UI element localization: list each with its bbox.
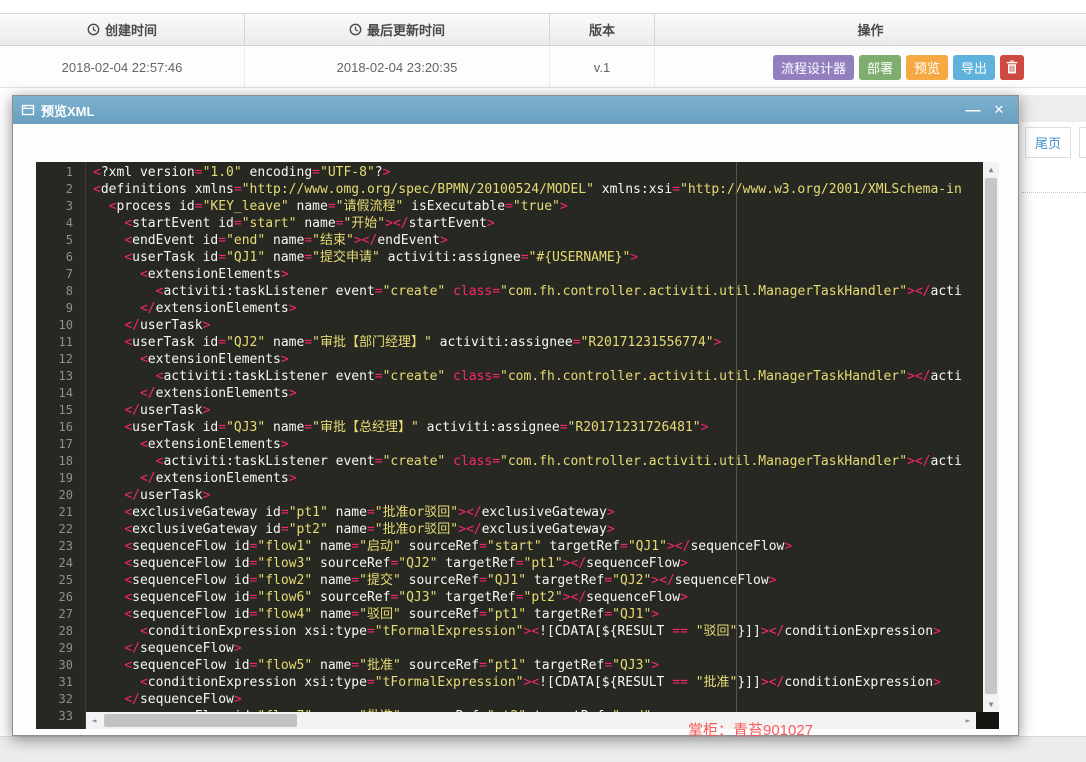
modal-titlebar: 预览XML — ✕ [13,96,1018,124]
window-icon [21,104,35,116]
footer-band [0,736,1086,762]
cell-created-time: 2018-02-04 22:57:46 [0,47,245,87]
scroll-left-icon[interactable]: ◄ [86,713,102,728]
delete-button[interactable] [1000,54,1024,80]
column-header-label: 版本 [588,23,615,38]
cell-version: v.1 [550,47,655,87]
footer-owner-text: 掌柜：青苔901027 [688,722,814,739]
preview-button[interactable]: 预览 [905,54,948,80]
preview-xml-modal: 预览XML — ✕ 1 2 3 4 5 6 7 8 9 10 11 12 13 14 15 16 17 18 19 2… [12,95,1019,736]
cell-updated-time: 2018-02-04 23:20:35 [245,47,550,87]
table-header: 创建时间 最后更新时间 版本 操作 [0,13,1086,46]
minimize-icon[interactable]: — [962,96,984,124]
column-header-label: 创建时间 [104,23,157,38]
modal-body: 1 2 3 4 5 6 7 8 9 10 11 12 13 14 15 16 17 18 19 20 21 22 23 24 2… [13,124,1018,735]
clock-icon [349,23,362,36]
divider-dotted [1022,192,1086,193]
trash-icon [1006,60,1018,74]
column-header-label: 最后更新时间 [366,23,445,38]
cell-actions: 流程设计器 部署 预览 导出 [655,47,1086,87]
close-icon[interactable]: ✕ [988,96,1010,124]
column-header-created: 创建时间 [0,14,245,45]
code-content[interactable]: <?xml version="1.0" encoding="UTF-8"?> <d… [87,162,983,712]
table-row: 2018-02-04 22:57:46 2018-02-04 23:20:35 … [0,47,1086,88]
pagination-next-control-partial[interactable] [1079,127,1086,158]
page: 创建时间 最后更新时间 版本 操作 2018-02-04 22:57:46 20… [0,0,1086,762]
column-header-label: 操作 [857,23,884,38]
modal-title: 预览XML [41,103,95,119]
process-designer-button[interactable]: 流程设计器 [772,54,854,80]
column-header-version: 版本 [550,14,655,45]
line-number-gutter: 1 2 3 4 5 6 7 8 9 10 11 12 13 14 15 16 17 18 19 20 21 22 23 24 2… [36,162,86,729]
horizontal-scroll-thumb[interactable] [104,714,297,727]
column-header-updated: 最后更新时间 [245,14,550,45]
scroll-right-icon[interactable]: ► [960,713,976,728]
scroll-down-icon[interactable]: ▼ [983,697,999,712]
deploy-button[interactable]: 部署 [858,54,901,80]
page-background-strip [1020,95,1086,122]
pagination-last-page[interactable]: 尾页 [1025,127,1071,158]
scroll-up-icon[interactable]: ▲ [983,162,999,177]
horizontal-scrollbar[interactable]: ◄ ► [86,712,976,729]
xml-code-editor[interactable]: 1 2 3 4 5 6 7 8 9 10 11 12 13 14 15 16 17 18 19 20 21 22 23 24 2… [36,162,999,729]
column-ruler [736,162,737,712]
vertical-scroll-thumb[interactable] [985,178,997,694]
export-button[interactable]: 导出 [952,54,995,80]
scrollbar-corner [976,712,999,729]
vertical-scrollbar[interactable]: ▲ ▼ [983,162,999,712]
clock-icon [87,23,100,36]
column-header-actions: 操作 [655,14,1086,45]
